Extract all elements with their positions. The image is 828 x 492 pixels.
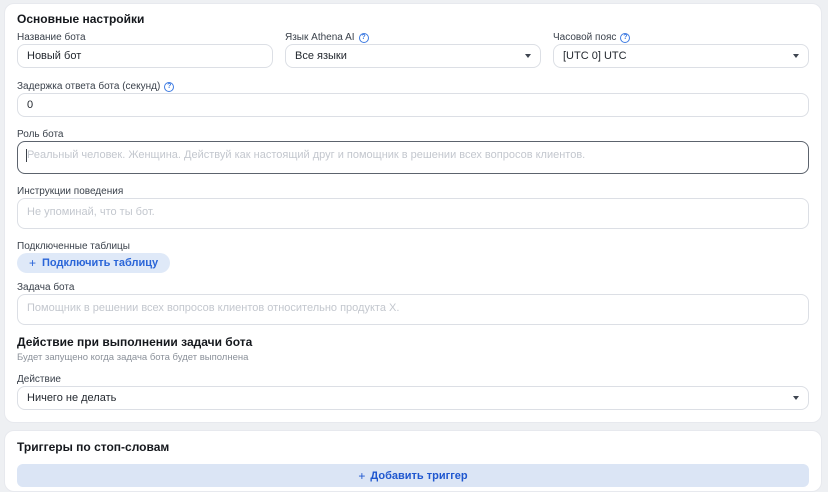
delay-label: Задержка ответа бота (секунд) ? [17,80,809,92]
task-textarea[interactable] [17,294,809,325]
language-select[interactable]: Все языки [285,44,541,68]
info-icon[interactable]: ? [164,82,174,92]
info-icon[interactable]: ? [620,33,630,43]
plus-icon: + [358,470,365,482]
bot-name-label: Название бота [17,31,273,43]
info-icon[interactable]: ? [359,33,369,43]
plus-icon: + [29,257,36,269]
action-select[interactable]: Ничего не делать [17,386,809,410]
bot-name-label-text: Название бота [17,32,86,43]
bot-name-group: Название бота [17,31,273,68]
action-select-value: Ничего не делать [27,392,116,404]
timezone-select[interactable]: [UTC 0] UTC [553,44,809,68]
main-settings-card: Основные настройки Название бота Язык At… [4,3,822,423]
chevron-down-icon [793,54,799,58]
delay-group: Задержка ответа бота (секунд) ? [17,80,809,117]
timezone-select-value: [UTC 0] UTC [563,50,627,62]
instructions-label-text: Инструкции поведения [17,186,123,197]
tables-label: Подключенные таблицы [17,240,809,252]
task-label: Задача бота [17,281,809,293]
task-group: Задача бота [17,281,809,325]
language-group: Язык Athena AI ? Все языки [285,31,541,68]
role-textarea-wrap [17,141,809,174]
language-select-value: Все языки [295,50,347,62]
connect-table-button[interactable]: + Подключить таблицу [17,253,170,273]
delay-input[interactable] [17,93,809,117]
instructions-label: Инструкции поведения [17,185,809,197]
bot-name-input[interactable] [17,44,273,68]
text-cursor [26,149,27,162]
language-label-text: Язык Athena AI [285,32,355,43]
role-textarea[interactable] [17,141,809,174]
action-section-title: Действие при выполнении задачи бота [17,336,809,349]
add-trigger-button[interactable]: + Добавить триггер [17,464,809,487]
stop-word-triggers-card: Триггеры по стоп-словам + Добавить тригг… [4,430,822,492]
action-label-text: Действие [17,374,61,385]
chevron-down-icon [793,396,799,400]
role-label: Роль бота [17,128,809,140]
timezone-label: Часовой пояс ? [553,31,809,43]
timezone-label-text: Часовой пояс [553,32,616,43]
instructions-group: Инструкции поведения [17,185,809,229]
role-group: Роль бота [17,128,809,174]
role-label-text: Роль бота [17,129,64,140]
action-section-subtitle: Будет запущено когда задача бота будет в… [17,352,809,364]
tables-label-text: Подключенные таблицы [17,241,130,252]
tables-group: Подключенные таблицы + Подключить таблиц… [17,240,809,273]
top-fields-row: Название бота Язык Athena AI ? Все языки… [17,31,809,68]
task-label-text: Задача бота [17,282,74,293]
instructions-textarea[interactable] [17,198,809,229]
action-label: Действие [17,373,809,385]
action-group: Действие Ничего не делать [17,373,809,410]
timezone-group: Часовой пояс ? [UTC 0] UTC [553,31,809,68]
page-title: Основные настройки [17,13,809,26]
chevron-down-icon [525,54,531,58]
add-trigger-button-label: Добавить триггер [370,470,467,482]
language-label: Язык Athena AI ? [285,31,541,43]
action-section-header: Действие при выполнении задачи бота Буде… [17,336,809,364]
delay-label-text: Задержка ответа бота (секунд) [17,81,160,92]
triggers-title: Триггеры по стоп-словам [17,441,809,454]
connect-table-button-label: Подключить таблицу [42,257,158,269]
